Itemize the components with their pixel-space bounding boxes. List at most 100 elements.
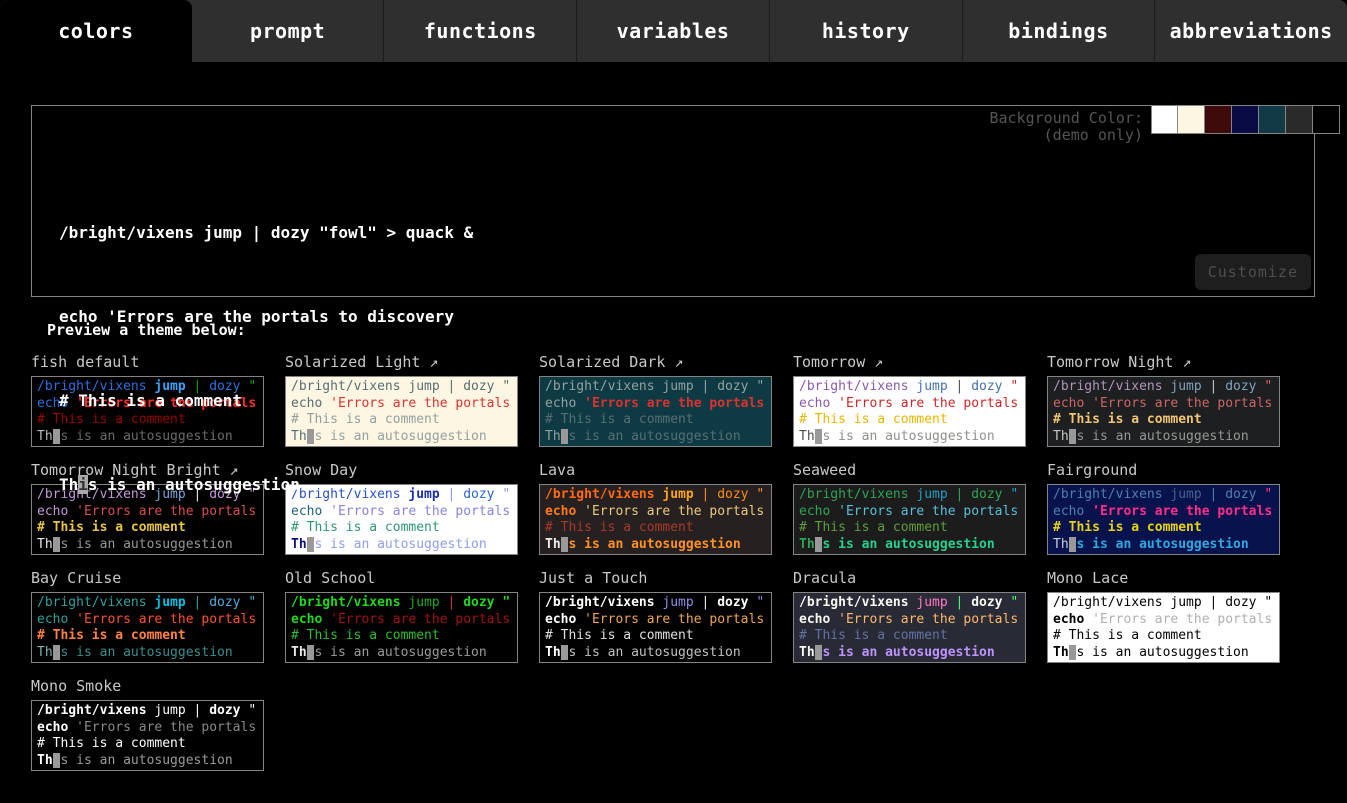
tab-colors[interactable]: colors — [0, 0, 192, 62]
sample-line-4: This is an autosuggestion — [37, 645, 263, 662]
tab-bindings[interactable]: bindings — [962, 0, 1155, 62]
token-echo: echo — [545, 612, 576, 627]
token-comment: # This is a comment — [545, 628, 694, 643]
token-pipe: | — [194, 703, 202, 718]
background-swatch-navy[interactable] — [1232, 105, 1259, 134]
theme-card-bay-cruise[interactable]: Bay Cruise/bright/vixens jump | dozy "ec… — [31, 569, 264, 663]
theme-sample: /bright/vixens jump | dozy "echo 'Errors… — [539, 592, 772, 663]
terminal-line-4: This is an autosuggestion — [59, 471, 1314, 499]
background-swatch-teal[interactable] — [1259, 105, 1286, 134]
token-cmd2: dozy — [717, 595, 748, 610]
sample-line-1: /bright/vixens jump | dozy " — [799, 595, 1025, 612]
terminal-sample-text: /bright/vixens jump | dozy "fowl" > quac… — [32, 106, 1314, 555]
theme-name: Dracula — [793, 569, 1026, 587]
customize-button[interactable]: Customize — [1195, 254, 1311, 290]
theme-card-just-a-touch[interactable]: Just a Touch/bright/vixens jump | dozy "… — [539, 569, 772, 663]
token-comment: # This is a comment — [1053, 628, 1202, 643]
theme-sample: /bright/vixens jump | dozy "echo 'Errors… — [793, 592, 1026, 663]
sample-line-1: /bright/vixens jump | dozy " — [1053, 595, 1279, 612]
token-path: /bright/vixens — [1053, 595, 1163, 610]
token-typed: Th — [37, 645, 53, 660]
sample-line-2: echo 'Errors are the portals — [799, 612, 1025, 629]
token-path: /bright/vixens — [37, 703, 147, 718]
sample-line-4: This is an autosuggestion — [545, 645, 771, 662]
token-pipe: | — [194, 595, 202, 610]
token-typed: Th — [799, 645, 815, 660]
token-cmd2: dozy — [463, 595, 494, 610]
token-pipe: | — [1210, 595, 1218, 610]
theme-card-old-school[interactable]: Old School/bright/vixens jump | dozy "ec… — [285, 569, 518, 663]
token-suggestion: s is an autosuggestion — [314, 645, 486, 660]
token-comment: # This is a comment — [37, 628, 186, 643]
background-swatch-cream[interactable] — [1178, 105, 1205, 134]
terminal-line-2: echo 'Errors are the portals to discover… — [59, 303, 1314, 331]
autosuggestion-text: s is an autosuggestion — [88, 475, 300, 494]
token-quote: " — [248, 595, 256, 610]
token-echo: echo — [799, 612, 830, 627]
cursor-block: i — [78, 475, 88, 494]
sample-line-1: /bright/vixens jump | dozy " — [545, 595, 771, 612]
token-pipe: | — [448, 595, 456, 610]
theme-name: Old School — [285, 569, 518, 587]
theme-sample: /bright/vixens jump | dozy "echo 'Errors… — [1047, 592, 1280, 663]
terminal-line-1: /bright/vixens jump | dozy "fowl" > quac… — [59, 219, 1314, 247]
sample-line-2: echo 'Errors are the portals — [1053, 612, 1279, 629]
token-quote: " — [502, 595, 510, 610]
token-quote: " — [1264, 595, 1272, 610]
terminal-line-3: # This is a comment — [59, 387, 1314, 415]
theme-card-dracula[interactable]: Dracula/bright/vixens jump | dozy "echo … — [793, 569, 1026, 663]
token-typed: Th — [1053, 645, 1069, 660]
background-swatch-black[interactable] — [1313, 105, 1340, 134]
tab-history[interactable]: history — [769, 0, 962, 62]
sample-line-3: # This is a comment — [545, 628, 771, 645]
token-typed: Th — [37, 753, 53, 768]
theme-card-mono-smoke[interactable]: Mono Smoke/bright/vixens jump | dozy "ec… — [31, 677, 264, 771]
theme-name: Just a Touch — [539, 569, 772, 587]
tab-prompt[interactable]: prompt — [192, 0, 384, 62]
sample-line-3: # This is a comment — [291, 628, 517, 645]
token-echo: echo — [291, 612, 322, 627]
background-swatch-dark-gray[interactable] — [1286, 105, 1313, 134]
token-path: /bright/vixens — [799, 595, 909, 610]
token-suggestion: s is an autosuggestion — [60, 645, 232, 660]
token-typed: Th — [291, 645, 307, 660]
token-string: 'Errors are the portals — [1092, 612, 1272, 627]
token-typed: Th — [545, 645, 561, 660]
tab-bar: colorspromptfunctionsvariableshistorybin… — [0, 0, 1347, 62]
background-swatch-maroon[interactable] — [1205, 105, 1232, 134]
tab-functions[interactable]: functions — [383, 0, 576, 62]
token-suggestion: s is an autosuggestion — [60, 753, 232, 768]
background-color-swatches — [1151, 105, 1340, 134]
token-param: jump — [1170, 595, 1201, 610]
theme-card-mono-lace[interactable]: Mono Lace/bright/vixens jump | dozy "ech… — [1047, 569, 1280, 663]
background-color-label: Background Color:(demo only) — [989, 110, 1143, 144]
token-comment: # This is a comment — [291, 628, 440, 643]
theme-sample: /bright/vixens jump | dozy "echo 'Errors… — [31, 592, 264, 663]
token-param: jump — [662, 595, 693, 610]
tab-abbreviations[interactable]: abbreviations — [1154, 0, 1347, 62]
token-suggestion: s is an autosuggestion — [1076, 645, 1248, 660]
sample-line-1: /bright/vixens jump | dozy " — [291, 595, 517, 612]
terminal-preview: Background Color:(demo only) /bright/vix… — [31, 105, 1315, 297]
background-swatch-white[interactable] — [1151, 105, 1178, 134]
typed-text: Th — [59, 475, 78, 494]
token-suggestion: s is an autosuggestion — [822, 645, 994, 660]
sample-line-4: This is an autosuggestion — [1053, 645, 1279, 662]
tab-variables[interactable]: variables — [576, 0, 769, 62]
token-echo: echo — [37, 720, 68, 735]
sample-line-3: # This is a comment — [799, 628, 1025, 645]
token-cmd2: dozy — [1225, 595, 1256, 610]
token-echo: echo — [37, 612, 68, 627]
token-cmd2: dozy — [209, 595, 240, 610]
sample-line-2: echo 'Errors are the portals — [545, 612, 771, 629]
token-quote: " — [248, 703, 256, 718]
token-string: 'Errors are the portals — [584, 612, 764, 627]
theme-name: Bay Cruise — [31, 569, 264, 587]
token-quote: " — [1010, 595, 1018, 610]
token-param: jump — [154, 595, 185, 610]
token-pipe: | — [956, 595, 964, 610]
demo-only-label: (demo only) — [1044, 126, 1143, 144]
theme-name: Mono Smoke — [31, 677, 264, 695]
token-comment: # This is a comment — [799, 628, 948, 643]
token-string: 'Errors are the portals — [76, 612, 256, 627]
